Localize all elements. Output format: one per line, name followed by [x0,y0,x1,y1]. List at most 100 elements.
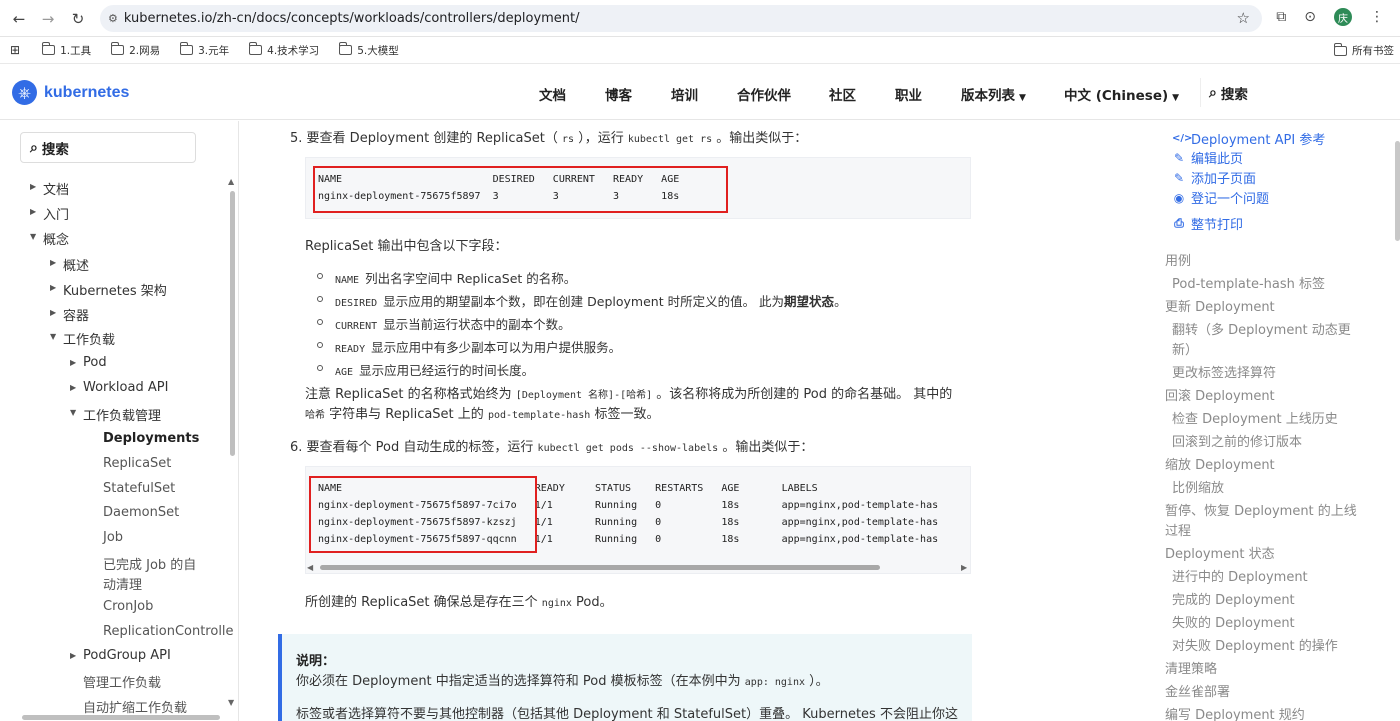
bookmarks-bar: ⊞ 1.工具 2.网易 3.元年 4.技术学习 5.大模型 所有书签 [0,37,1400,64]
toc-item[interactable]: 比例缩放 [1172,477,1224,496]
bookmark-folder[interactable]: 4.技术学习 [248,42,319,58]
sidebar-item[interactable]: DaemonSet [90,505,179,520]
toc-item[interactable]: 缩放 Deployment [1165,454,1275,473]
bookmark-star-icon[interactable]: ☆ [1237,9,1250,27]
sidebar-item[interactable]: ReplicationControlle [90,624,234,639]
forward-icon[interactable]: → [33,4,63,34]
toc-action-link[interactable]: ✎ 编辑此页 [1172,148,1243,168]
page-scrollbar[interactable] [1395,141,1400,241]
sidebar-horizontal-scrollbar[interactable] [22,715,220,720]
sidebar-item[interactable]: 管理工作负载 [70,672,161,691]
bookmark-folder[interactable]: 2.网易 [110,42,160,58]
nav-training[interactable]: 培训 [671,84,698,104]
menu-icon[interactable]: ⋮ [1370,9,1384,25]
sidebar-item[interactable]: ▶ 容器 [50,305,89,324]
sidebar-item[interactable]: ▶ 文档 [30,179,69,198]
toc-item[interactable]: 过程 [1165,520,1191,539]
sidebar-item[interactable]: ▶ Workload API [70,380,168,395]
sidebar-item[interactable]: ▶ Kubernetes 架构 [50,280,167,299]
sidebar-item[interactable]: ▼ 工作负载管理 [70,405,161,424]
toc-item[interactable]: 更改标签选择算符 [1172,362,1276,381]
all-bookmarks[interactable]: 所有书签 [1333,42,1394,58]
sidebar-item[interactable]: ▶ Pod [70,355,107,370]
folder-icon [1333,42,1347,56]
bullet-icon [317,296,323,302]
toc-item[interactable]: Deployment 状态 [1165,543,1275,562]
toc-item[interactable]: 完成的 Deployment [1172,589,1295,608]
sidebar-scrollbar[interactable] [230,191,235,456]
code-horizontal-scrollbar[interactable] [320,565,880,570]
callout-note: 说明： 你必须在 Deployment 中指定适当的选择算符和 Pod 模板标签… [278,634,972,721]
expand-arrow-icon: ▶ [30,182,37,191]
site-search[interactable]: ⌕ 搜索 [1200,78,1400,107]
helm-wheel-icon: ⎈ [12,80,37,105]
site-info-icon[interactable]: ⚙ [108,12,118,25]
toc-item[interactable]: 暂停、恢复 Deployment 的上线 [1165,500,1357,519]
sidebar-item[interactable]: 已完成 Job 的自 [90,554,196,573]
toc-item[interactable]: Pod-template-hash 标签 [1172,273,1325,292]
toc-item[interactable]: 新） [1172,339,1198,358]
toc-item[interactable]: 用例 [1165,250,1191,269]
kubernetes-logo[interactable]: ⎈ kubernetes [12,80,129,105]
folder-icon [248,42,263,55]
toc-action-link[interactable]: </> Deployment API 参考 [1172,129,1325,148]
extensions-icon[interactable]: ⧉ [1276,9,1286,25]
toc-item[interactable]: 失败的 Deployment [1172,612,1295,631]
toc-item[interactable]: 对失败 Deployment 的操作 [1172,635,1338,654]
address-bar[interactable]: ⚙ kubernetes.io/zh-cn/docs/concepts/work… [100,5,1262,32]
back-icon[interactable]: ← [4,4,34,34]
field-description: CURRENT 显示当前运行状态中的副本个数。 [335,317,571,332]
nav-community[interactable]: 社区 [829,84,856,104]
nav-partners[interactable]: 合作伙伴 [737,84,791,104]
bookmark-folder[interactable]: 1.工具 [41,42,91,58]
toc-item[interactable]: 编写 Deployment 规约 [1165,704,1305,721]
edit-icon: ✎ [1173,150,1185,165]
code-icon: </> [1172,133,1193,144]
sidebar-item[interactable]: Deployments [90,431,199,446]
sidebar-item[interactable]: 自动扩缩工作负载 [70,697,187,716]
sidebar-item[interactable]: ▼ 概念 [30,229,69,248]
sidebar-item[interactable]: 动清理 [90,574,142,593]
highlight-box [309,476,537,553]
toc-action-link[interactable]: ⎙ 整节打印 [1172,214,1243,233]
nav-language[interactable]: 中文 (Chinese) ▼ [1064,84,1179,104]
toc-item[interactable]: 金丝雀部署 [1165,681,1230,700]
scroll-right-icon[interactable]: ▶ [961,563,967,572]
toc-action-link[interactable]: ◉ 登记一个问题 [1172,188,1269,208]
toc-item[interactable]: 进行中的 Deployment [1172,566,1308,585]
toc-item[interactable]: 翻转（多 Deployment 动态更 [1172,319,1351,338]
apps-icon[interactable]: ⊞ [10,43,20,57]
bullet-icon [317,273,323,279]
scroll-left-icon[interactable]: ◀ [307,563,313,572]
scroll-up-icon[interactable]: ▲ [228,177,234,186]
sidebar-search-input[interactable]: ⌕ 搜索 [20,132,196,163]
sidebar-item[interactable]: ▶ 概述 [50,255,89,274]
sidebar-item[interactable]: ReplicaSet [90,456,171,471]
sidebar-item[interactable]: StatefulSet [90,481,175,496]
expand-arrow-icon: ▶ [30,207,37,216]
bullet-icon [317,365,323,371]
nav-careers[interactable]: 职业 [895,84,922,104]
highlight-box [313,166,728,213]
toc-item[interactable]: 回滚到之前的修订版本 [1172,431,1302,450]
toc-action-link[interactable]: ✎ 添加子页面 [1172,168,1256,188]
nav-docs[interactable]: 文档 [539,84,566,104]
toc-item[interactable]: 回滚 Deployment [1165,385,1275,404]
nav-versions[interactable]: 版本列表 ▼ [961,84,1026,104]
bookmark-folder[interactable]: 5.大模型 [338,42,399,58]
sidebar-item[interactable]: CronJob [90,599,153,614]
toc-item[interactable]: 检查 Deployment 上线历史 [1172,408,1338,427]
toc-item[interactable]: 清理策略 [1165,658,1217,677]
toc-item[interactable]: 更新 Deployment [1165,296,1275,315]
search-icon: ⌕ [1209,84,1217,101]
reload-icon[interactable]: ↻ [63,4,93,34]
sidebar-item[interactable]: ▼ 工作负载 [50,329,115,348]
avatar[interactable]: 庆 [1334,8,1352,26]
sidebar-item[interactable]: ▶ PodGroup API [70,648,171,663]
bookmark-folder[interactable]: 3.元年 [179,42,229,58]
sidebar-item[interactable]: Job [90,530,123,545]
sidebar-item[interactable]: ▶ 入门 [30,204,69,223]
scroll-down-icon[interactable]: ▼ [228,698,234,707]
nav-blog[interactable]: 博客 [605,84,632,104]
sync-icon[interactable]: ⊙ [1304,9,1316,25]
